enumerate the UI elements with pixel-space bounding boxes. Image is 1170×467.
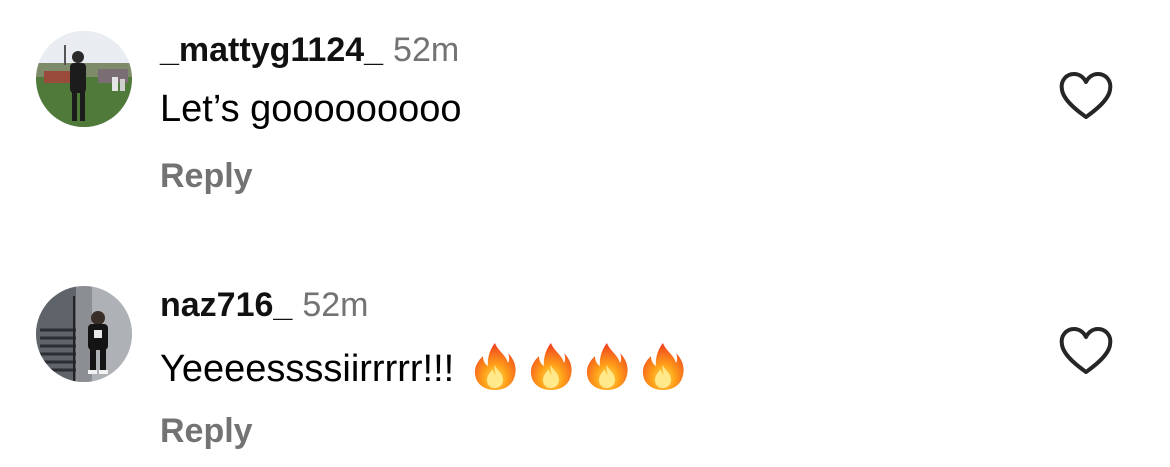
comment-text: Yeeeessssiirrrrr!!!	[160, 341, 686, 392]
avatar-image	[36, 31, 132, 127]
comment-item: naz716_ 52m Yeeeessssiirrrrr!!! Reply	[0, 255, 1170, 467]
avatar-image	[36, 286, 132, 382]
fire-icon	[640, 341, 686, 391]
comment-text-content: Yeeeessssiirrrrr!!!	[160, 348, 455, 390]
timestamp: 52m	[393, 31, 460, 69]
username[interactable]: naz716_	[160, 286, 292, 324]
avatar[interactable]	[36, 286, 132, 382]
fire-icon	[528, 341, 574, 391]
timestamp: 52m	[302, 286, 369, 324]
comment-meta: naz716_ 52m	[160, 285, 368, 332]
fire-icon	[472, 341, 518, 391]
comment-item: _mattyg1124_ 52m Let’s gooooooooo Reply	[0, 0, 1170, 235]
like-button[interactable]	[1058, 70, 1114, 122]
username[interactable]: _mattyg1124_	[160, 31, 383, 69]
comment-text: Let’s gooooooooo	[160, 86, 461, 132]
reply-button[interactable]: Reply	[160, 156, 253, 196]
like-button[interactable]	[1058, 325, 1114, 377]
heart-outline-icon	[1058, 325, 1114, 377]
comment-meta: _mattyg1124_ 52m	[160, 30, 459, 77]
avatar[interactable]	[36, 31, 132, 127]
comment-text-content: Let’s gooooooooo	[160, 88, 462, 130]
fire-icon	[584, 341, 630, 391]
heart-outline-icon	[1058, 70, 1114, 122]
reply-button[interactable]: Reply	[160, 411, 253, 451]
